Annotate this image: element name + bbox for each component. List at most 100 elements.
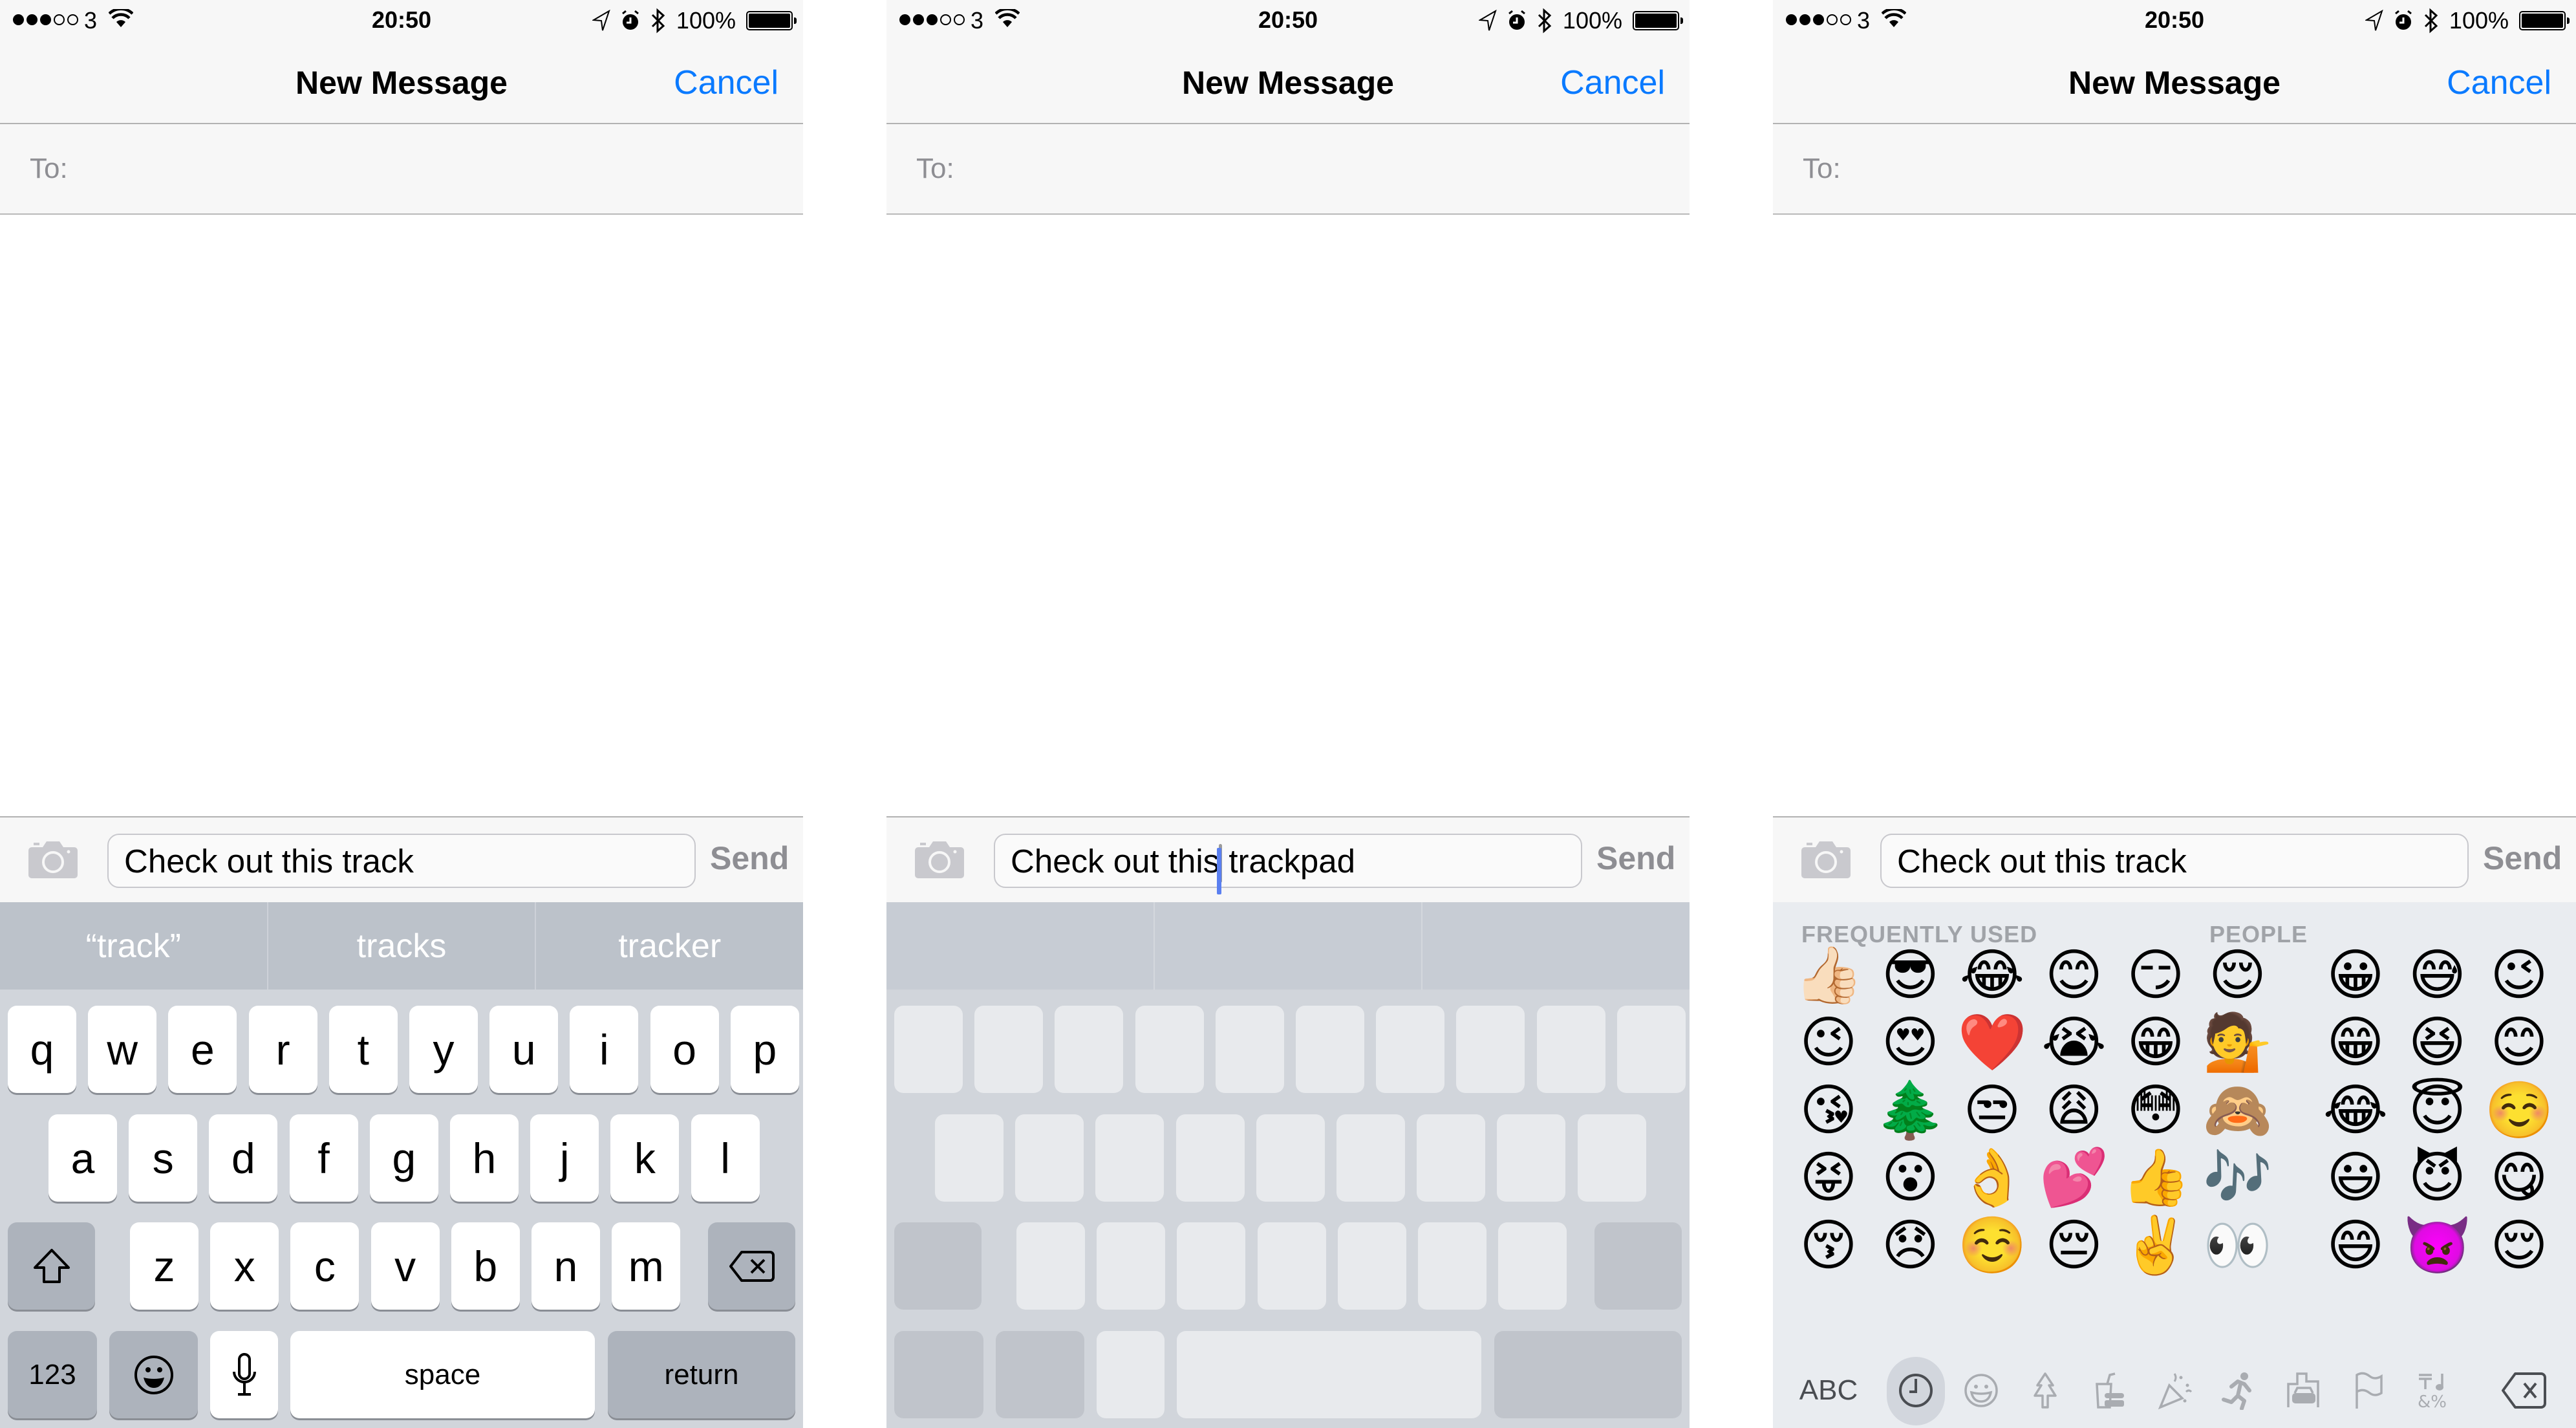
key-placeholder[interactable] xyxy=(1577,1114,1646,1202)
key-j[interactable]: j xyxy=(530,1114,599,1202)
keyboard-trackpad[interactable] xyxy=(886,990,1690,1428)
emoji-item[interactable]: 👌 xyxy=(1957,1142,2028,1213)
emoji-item[interactable]: 😘 xyxy=(1793,1075,1864,1146)
emoji-item[interactable]: 😐 xyxy=(2566,1142,2576,1213)
emoji-item[interactable]: 👀 xyxy=(2202,1210,2273,1281)
key-placeholder[interactable] xyxy=(1417,1114,1486,1202)
emoji-item[interactable]: 💕 xyxy=(2039,1142,2110,1213)
key-placeholder[interactable] xyxy=(1215,1006,1284,1093)
emoji-item[interactable]: 😊 xyxy=(2484,1007,2555,1078)
emoji-category-celebration[interactable] xyxy=(2142,1358,2207,1423)
key-placeholder[interactable] xyxy=(1097,1222,1166,1310)
emoji-item[interactable]: 😀 xyxy=(2320,940,2391,1011)
emoji-item[interactable]: ☺️ xyxy=(2484,1075,2555,1146)
key-h[interactable]: h xyxy=(450,1114,519,1202)
emoji-category-flags[interactable] xyxy=(2336,1358,2401,1423)
key-n[interactable]: n xyxy=(531,1222,600,1310)
emoji-item[interactable]: ☺️ xyxy=(1957,1210,2028,1281)
key-c[interactable]: c xyxy=(290,1222,360,1310)
abc-button[interactable]: ABC xyxy=(1796,1358,1861,1423)
emoji-category-people[interactable] xyxy=(1949,1358,2013,1423)
emoji-item[interactable]: 😩 xyxy=(2039,1075,2110,1146)
key-placeholder[interactable] xyxy=(1016,1222,1085,1310)
emoji-item[interactable]: 🌲 xyxy=(1875,1075,1946,1146)
key-placeholder[interactable] xyxy=(1616,1006,1686,1093)
numbers-key[interactable]: 123 xyxy=(8,1331,97,1418)
key-placeholder[interactable] xyxy=(1456,1006,1525,1093)
emoji-item[interactable]: 👍🏻 xyxy=(1793,940,1864,1011)
return-key[interactable] xyxy=(1494,1331,1682,1418)
key-b[interactable]: b xyxy=(451,1222,520,1310)
key-placeholder[interactable] xyxy=(1498,1222,1567,1310)
to-field[interactable]: To: xyxy=(886,124,1690,215)
key-d[interactable]: d xyxy=(209,1114,278,1202)
message-input[interactable]: Check out this track xyxy=(107,834,696,888)
cancel-button[interactable]: Cancel xyxy=(1560,65,1665,101)
emoji-key[interactable] xyxy=(996,1331,1084,1418)
emoji-category-activity[interactable] xyxy=(2207,1358,2271,1423)
emoji-item[interactable]: 😚 xyxy=(1793,1210,1864,1281)
emoji-item[interactable]: 😉 xyxy=(1793,1007,1864,1078)
emoji-item[interactable]: 😔 xyxy=(2039,1210,2110,1281)
emoji-item[interactable]: 🙈 xyxy=(2202,1075,2273,1146)
message-input[interactable]: Check out this track xyxy=(1880,834,2469,888)
key-placeholder[interactable] xyxy=(1175,1114,1245,1202)
microphone-key[interactable] xyxy=(210,1331,278,1418)
emoji-category-symbols[interactable]: &% xyxy=(2401,1358,2465,1423)
emoji-item[interactable]: 😌 xyxy=(2202,940,2273,1011)
text-cursor[interactable] xyxy=(1217,848,1222,894)
key-placeholder[interactable] xyxy=(1536,1006,1605,1093)
send-button[interactable]: Send xyxy=(2483,839,2562,877)
key-a[interactable]: a xyxy=(48,1114,117,1202)
key-q[interactable]: q xyxy=(8,1006,76,1093)
key-placeholder[interactable] xyxy=(1015,1114,1084,1202)
to-field[interactable]: To: xyxy=(1773,124,2576,215)
emoji-item[interactable]: 👿 xyxy=(2402,1210,2473,1281)
space-key[interactable]: space xyxy=(290,1331,595,1418)
emoji-item[interactable]: 💁 xyxy=(2202,1007,2273,1078)
key-placeholder[interactable] xyxy=(974,1006,1044,1093)
emoji-item[interactable]: ✌️ xyxy=(2120,1210,2191,1281)
emoji-item[interactable]: 😍 xyxy=(1875,1007,1946,1078)
cancel-button[interactable]: Cancel xyxy=(674,65,778,101)
emoji-category-recent[interactable] xyxy=(1884,1357,1948,1425)
message-input[interactable]: Check out this trackpad xyxy=(994,834,1582,894)
emoji-item[interactable]: 😂 xyxy=(2320,1075,2391,1146)
emoji-item[interactable]: 😁 xyxy=(2320,1007,2391,1078)
emoji-item[interactable]: 😝 xyxy=(1793,1142,1864,1213)
emoji-item[interactable]: 😳 xyxy=(2120,1075,2191,1146)
emoji-item[interactable]: 😏 xyxy=(2120,940,2191,1011)
emoji-item[interactable]: 😋 xyxy=(2484,1142,2555,1213)
emoji-item[interactable]: 😍 xyxy=(2566,940,2576,1011)
emoji-item[interactable]: 👍 xyxy=(2120,1142,2191,1213)
key-p[interactable]: p xyxy=(730,1006,799,1093)
suggestion-item[interactable]: tracker xyxy=(536,902,803,990)
emoji-item[interactable]: 😂 xyxy=(1957,940,2028,1011)
key-placeholder[interactable] xyxy=(1296,1006,1364,1093)
emoji-item[interactable]: ❤️ xyxy=(1957,1007,2028,1078)
key-g[interactable]: g xyxy=(369,1114,438,1202)
emoji-category-nature[interactable] xyxy=(2013,1358,2077,1423)
space-key[interactable] xyxy=(1177,1331,1481,1418)
emoji-item[interactable]: 😭 xyxy=(2039,1007,2110,1078)
emoji-item[interactable]: 😇 xyxy=(2402,1075,2473,1146)
emoji-item[interactable]: 😈 xyxy=(2402,1142,2473,1213)
key-u[interactable]: u xyxy=(489,1006,559,1093)
camera-icon[interactable] xyxy=(1801,841,1851,880)
key-s[interactable]: s xyxy=(129,1114,198,1202)
emoji-item[interactable]: 😌 xyxy=(2484,1210,2555,1281)
emoji-item[interactable]: 😞 xyxy=(1875,1210,1946,1281)
key-m[interactable]: m xyxy=(612,1222,681,1310)
key-v[interactable]: v xyxy=(370,1222,440,1310)
emoji-key[interactable] xyxy=(109,1331,198,1418)
key-x[interactable]: x xyxy=(210,1222,279,1310)
delete-key[interactable] xyxy=(1594,1222,1682,1310)
key-placeholder[interactable] xyxy=(1095,1114,1165,1202)
key-placeholder[interactable] xyxy=(1135,1006,1204,1093)
emoji-item[interactable]: 😃 xyxy=(2320,1142,2391,1213)
emoji-item[interactable]: 😒 xyxy=(1957,1075,2028,1146)
suggestion-item[interactable]: “track” xyxy=(0,902,268,990)
key-f[interactable]: f xyxy=(289,1114,358,1202)
key-placeholder[interactable] xyxy=(1055,1006,1124,1093)
shift-key[interactable] xyxy=(8,1222,95,1310)
